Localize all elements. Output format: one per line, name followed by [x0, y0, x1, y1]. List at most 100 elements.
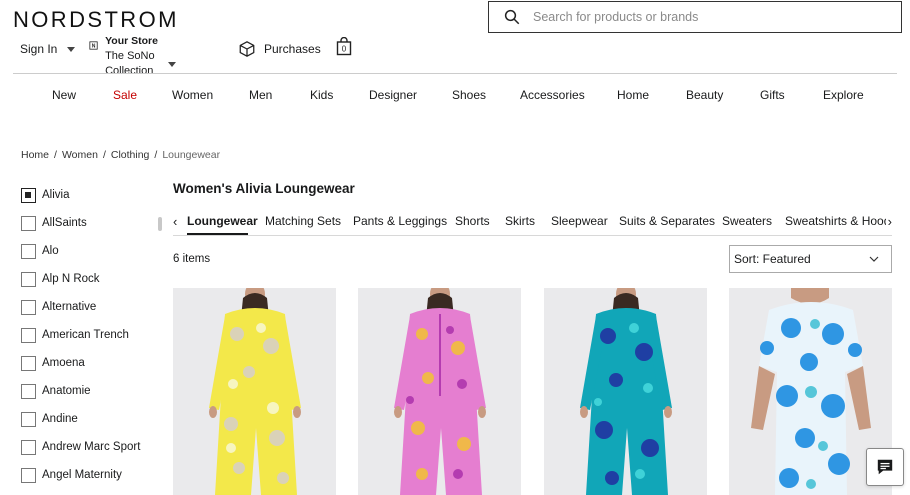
filter-label: Alternative — [42, 301, 97, 313]
checkbox[interactable] — [21, 383, 36, 399]
filter-option[interactable]: AllSaints — [21, 209, 140, 237]
filter-option[interactable]: Angel Maternity — [21, 461, 140, 489]
breadcrumb-current: Loungewear — [162, 149, 221, 161]
nav-new[interactable]: New — [52, 88, 76, 102]
nav-men[interactable]: Men — [249, 88, 272, 102]
chevron-right-icon[interactable]: › — [885, 214, 892, 229]
tab-shorts[interactable]: Shorts — [455, 214, 490, 228]
filter-option[interactable]: Anatomie — [21, 377, 140, 405]
checkbox[interactable] — [21, 467, 36, 483]
header-divider — [13, 73, 897, 74]
sort-dropdown[interactable]: Sort: Featured — [729, 245, 892, 273]
filter-option[interactable]: Andrew Marc Sport — [21, 433, 140, 461]
tab-sweaters[interactable]: Sweaters — [722, 214, 772, 228]
nav-designer[interactable]: Designer — [369, 88, 417, 102]
sign-in-button[interactable]: Sign In — [20, 42, 76, 56]
store-label: Your Store — [105, 35, 158, 47]
breadcrumb-home[interactable]: Home — [21, 149, 49, 161]
nav-sale[interactable]: Sale — [113, 88, 137, 102]
filter-option[interactable]: Alivia — [21, 181, 140, 209]
breadcrumb-separator: / — [154, 149, 158, 161]
filter-scrollbar[interactable] — [158, 217, 162, 231]
nav-explore[interactable]: Explore — [823, 88, 864, 102]
tab-loungewear[interactable]: Loungewear — [187, 214, 258, 228]
nav-shoes[interactable]: Shoes — [452, 88, 486, 102]
sort-label: Sort: Featured — [734, 252, 811, 266]
checkbox[interactable] — [21, 271, 36, 287]
filter-label: Amoena — [42, 357, 85, 369]
nav-gifts[interactable]: Gifts — [760, 88, 785, 102]
checkbox[interactable] — [21, 411, 36, 427]
product-card[interactable] — [358, 288, 521, 495]
filter-option[interactable]: Andine — [21, 405, 140, 433]
breadcrumb-clothing[interactable]: Clothing — [111, 149, 150, 161]
checkbox[interactable] — [21, 243, 36, 259]
filter-label: Andine — [42, 413, 78, 425]
item-count: 6 items — [173, 253, 211, 265]
search-input[interactable] — [533, 10, 873, 24]
chevron-left-icon[interactable]: ‹ — [173, 214, 178, 229]
breadcrumb-separator: / — [54, 149, 57, 161]
sign-in-label: Sign In — [20, 42, 58, 56]
store-name: The SoNo Collection — [105, 50, 155, 77]
svg-text:N: N — [92, 43, 96, 49]
filter-label: Alo — [42, 245, 59, 257]
breadcrumb: Home / Women / Clothing / Loungewear — [21, 149, 220, 161]
nav-kids[interactable]: Kids — [310, 88, 333, 102]
filter-label: Alp N Rock — [42, 273, 100, 285]
nav-beauty[interactable]: Beauty — [686, 88, 723, 102]
product-image[interactable] — [358, 288, 521, 495]
search-icon — [504, 9, 520, 25]
tab-skirts[interactable]: Skirts — [505, 214, 535, 228]
checkbox[interactable] — [21, 215, 36, 231]
page-title: Women's Alivia Loungewear — [173, 181, 355, 196]
product-image[interactable] — [173, 288, 336, 495]
filter-option[interactable]: Alternative — [21, 293, 140, 321]
product-card[interactable] — [173, 288, 336, 495]
chevron-down-icon — [869, 256, 879, 262]
checkbox[interactable] — [21, 327, 36, 343]
bag-icon: 0 — [336, 36, 352, 56]
tab-sweatshirts-hoodies[interactable]: Sweatshirts & Hoodies — [785, 214, 892, 228]
product-image[interactable] — [544, 288, 707, 495]
chat-icon — [877, 459, 893, 475]
filter-label: American Trench — [42, 329, 129, 341]
chevron-down-icon — [67, 46, 76, 52]
utility-bar: Sign In N Your Store The SoNo Collection… — [20, 34, 352, 77]
shopping-bag-button[interactable]: 0 — [336, 36, 352, 59]
purchases-link[interactable]: Purchases — [238, 40, 321, 58]
nordstrom-logo[interactable]: NORDSTROM — [13, 7, 179, 33]
checkbox[interactable] — [21, 355, 36, 371]
purchases-label: Purchases — [264, 42, 321, 56]
filter-option[interactable]: Alo — [21, 237, 140, 265]
checkbox[interactable] — [21, 299, 36, 315]
nav-accessories[interactable]: Accessories — [520, 88, 585, 102]
filter-label: AllSaints — [42, 217, 87, 229]
breadcrumb-women[interactable]: Women — [62, 149, 98, 161]
filter-label: Angel Maternity — [42, 469, 122, 481]
bag-count: 0 — [342, 45, 347, 54]
chat-button[interactable] — [866, 448, 904, 486]
chevron-down-icon — [168, 61, 177, 67]
nav-home[interactable]: Home — [617, 88, 649, 102]
tab-pants-leggings[interactable]: Pants & Leggings — [353, 214, 447, 228]
breadcrumb-separator: / — [102, 149, 106, 161]
tab-suits-separates[interactable]: Suits & Separates — [619, 214, 715, 228]
product-card[interactable] — [544, 288, 707, 495]
filter-label: Anatomie — [42, 385, 91, 397]
nav-women[interactable]: Women — [172, 88, 213, 102]
main-nav: New Sale Women Men Kids Designer Shoes A… — [0, 88, 910, 104]
store-icon: N — [89, 41, 98, 50]
checkbox-checked[interactable] — [21, 187, 36, 203]
filter-option[interactable]: American Trench — [21, 321, 140, 349]
active-tab-underline — [187, 233, 248, 235]
tab-matching-sets[interactable]: Matching Sets — [265, 214, 341, 228]
filter-option[interactable]: Alp N Rock — [21, 265, 140, 293]
tab-sleepwear[interactable]: Sleepwear — [551, 214, 608, 228]
filter-option[interactable]: Amoena — [21, 349, 140, 377]
category-tabs: ‹ Loungewear Matching Sets Pants & Leggi… — [173, 206, 892, 236]
search-box[interactable] — [488, 1, 902, 33]
checkbox[interactable] — [21, 439, 36, 455]
filter-label: Andrew Marc Sport — [42, 441, 141, 453]
brand-filter-list: Alivia AllSaints Alo Alp N Rock Alternat… — [21, 181, 140, 489]
